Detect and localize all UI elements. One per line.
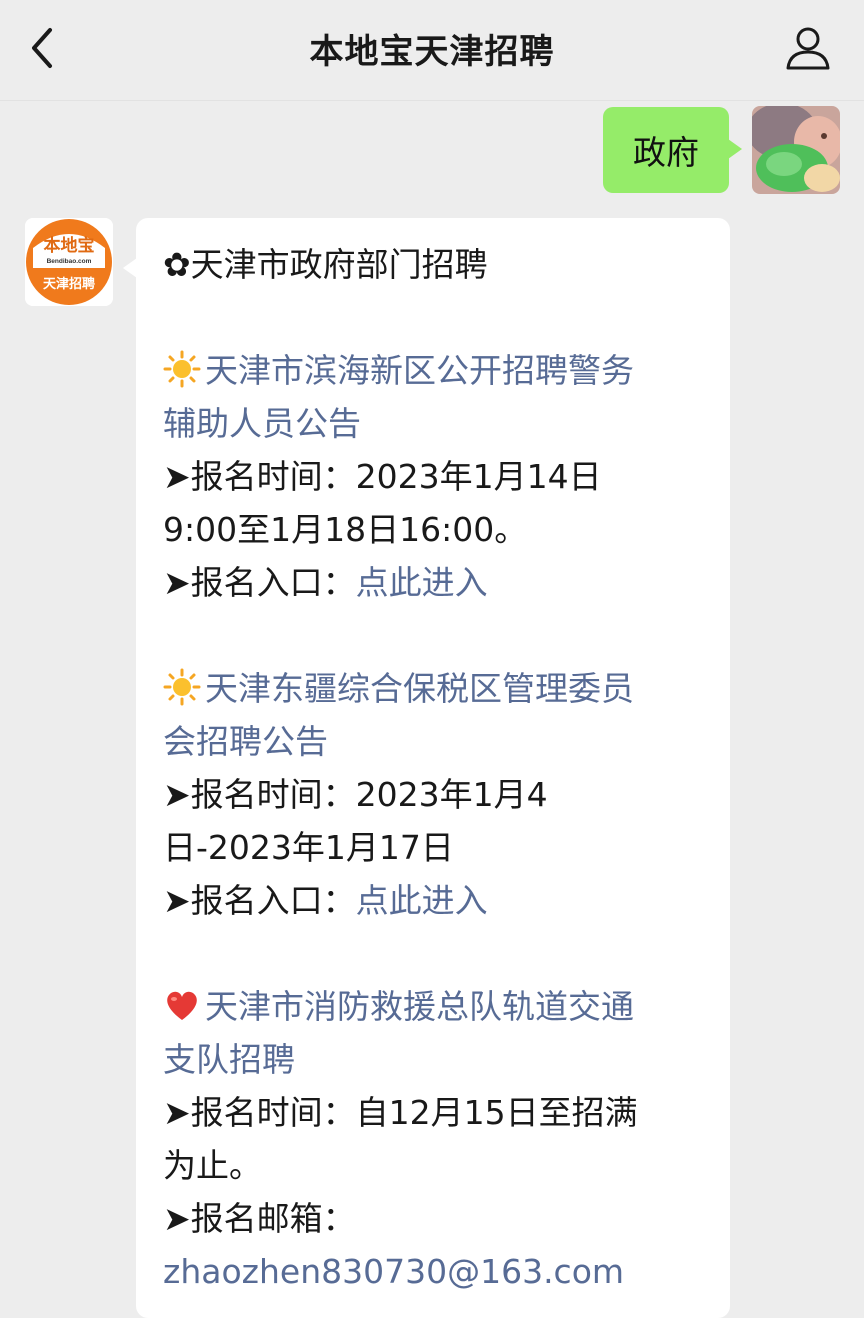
apply-time-cont: 为止。 (163, 1146, 262, 1185)
apply-time-cont: 9:00至1月18日16:00。 (163, 510, 528, 549)
email-link[interactable]: zhaozhen830730@163.com (163, 1245, 723, 1298)
job-title-link-cont[interactable]: 辅助人员公告 (163, 397, 723, 450)
sun-emoji-icon (163, 668, 201, 706)
job-title-link[interactable]: 天津市消防救援总队轨道交通 (163, 980, 723, 1033)
svg-text:Bendibao.com: Bendibao.com (47, 258, 92, 265)
nav-bar: 本地宝天津招聘 (0, 0, 864, 101)
person-icon (786, 27, 830, 70)
entry-link[interactable]: 点此进入 (356, 563, 488, 602)
apply-email-label: ➤报名邮箱： (163, 1199, 356, 1238)
job-title-link-cont[interactable]: 支队招聘 (163, 1033, 723, 1086)
apply-entry: ➤报名入口：点此进入 (163, 881, 488, 920)
outgoing-message-bubble[interactable]: 政府 (603, 107, 742, 193)
outgoing-message-text: 政府 (633, 133, 699, 172)
job-title-link-cont[interactable]: 会招聘公告 (163, 715, 723, 768)
flower-bullet: ✿ (163, 245, 191, 284)
svg-text:本地宝: 本地宝 (44, 235, 95, 255)
heart-emoji-icon (167, 991, 197, 1020)
apply-entry: ➤报名入口：点此进入 (163, 563, 488, 602)
svg-text:天津招聘: 天津招聘 (43, 276, 95, 291)
apply-time: ➤报名时间：2023年1月14日 (163, 457, 602, 496)
apply-time-cont: 日-2023年1月17日 (163, 828, 454, 867)
apply-time: ➤报名时间：2023年1月4 (163, 775, 548, 814)
incoming-message-bubble[interactable]: ✿天津市政府部门招聘 天津市滨海新区公开招聘警务 辅助人员公告 ➤报名时间：20… (123, 218, 730, 1318)
job-title-link[interactable]: 天津市滨海新区公开招聘警务 (163, 344, 723, 397)
account-avatar[interactable]: 本地宝 Bendibao.com 天津招聘 (25, 218, 113, 306)
profile-button[interactable] (782, 22, 834, 74)
page-title: 本地宝天津招聘 (309, 32, 555, 72)
bendibao-logo: 本地宝 Bendibao.com 天津招聘 (25, 218, 113, 306)
entry-link[interactable]: 点此进入 (356, 881, 488, 920)
message-heading: ✿天津市政府部门招聘 (163, 245, 488, 284)
apply-time: ➤报名时间：自12月15日至招满 (163, 1093, 638, 1132)
message-content: ✿天津市政府部门招聘 天津市滨海新区公开招聘警务 辅助人员公告 ➤报名时间：20… (163, 238, 723, 1298)
job-title-link[interactable]: 天津东疆综合保税区管理委员 (163, 662, 723, 715)
sun-emoji-icon (163, 350, 201, 388)
user-avatar[interactable] (752, 106, 840, 194)
